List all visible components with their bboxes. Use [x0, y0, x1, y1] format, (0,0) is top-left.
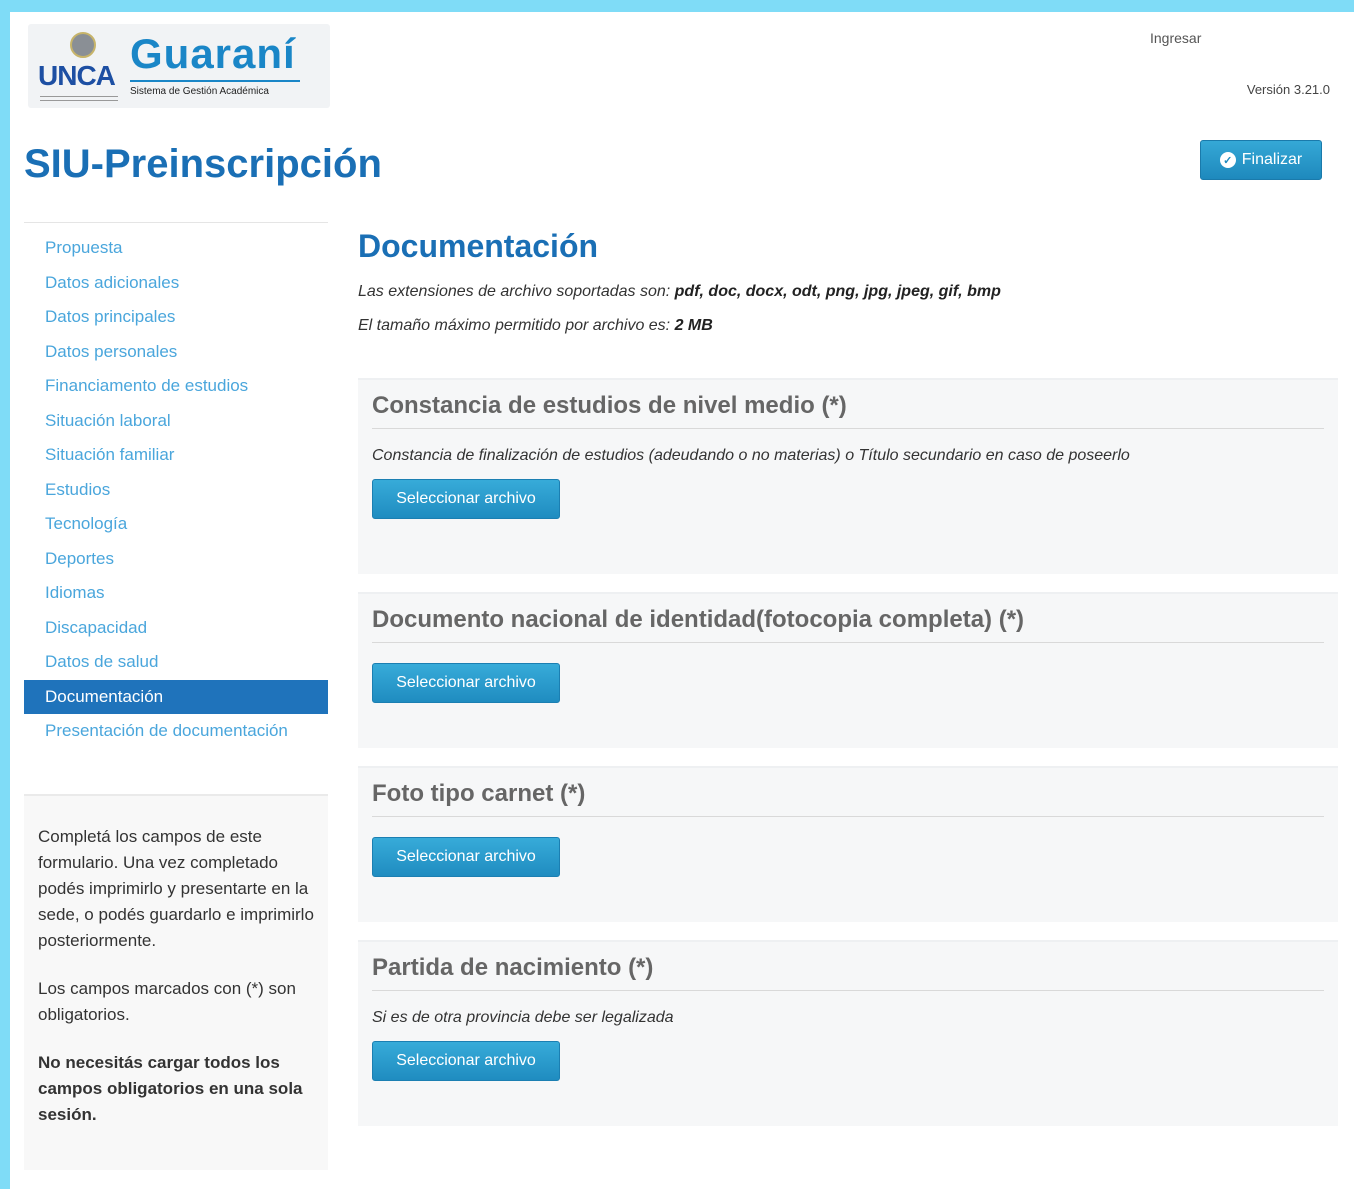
logo-underline [130, 80, 300, 82]
logo-tagline: Sistema de Gestión Académica [130, 86, 269, 97]
sidebar-item-financiamento[interactable]: Financiamento de estudios [24, 369, 328, 404]
doc-section-dni: Documento nacional de identidad(fotocopi… [358, 592, 1338, 748]
maxsize-value: 2 MB [674, 317, 713, 334]
sidebar-item-deportes[interactable]: Deportes [24, 542, 328, 577]
doc-title: Constancia de estudios de nivel medio (*… [372, 392, 1324, 429]
doc-description: Constancia de finalización de estudios (… [372, 447, 1130, 464]
finalize-label: Finalizar [1241, 151, 1303, 168]
sidebar-item-idiomas[interactable]: Idiomas [24, 576, 328, 611]
page-frame: UNCA Guaraní Sistema de Gestión Académic… [10, 12, 1354, 1189]
finalize-button[interactable]: ✓ Finalizar [1200, 140, 1322, 180]
logo-guarani-text: Guaraní [130, 30, 296, 77]
sidebar-item-datos-adicionales[interactable]: Datos adicionales [24, 266, 328, 301]
help-text-instructions: Completá los campos de este formulario. … [38, 827, 314, 950]
maxsize-info: El tamaño máximo permitido por archivo e… [358, 317, 1338, 335]
sidebar-item-datos-principales[interactable]: Datos principales [24, 300, 328, 335]
doc-title: Partida de nacimiento (*) [372, 954, 1324, 991]
unca-guarani-logo[interactable]: UNCA Guaraní Sistema de Gestión Académic… [28, 24, 330, 108]
sidebar-item-estudios[interactable]: Estudios [24, 473, 328, 508]
doc-title: Documento nacional de identidad(fotocopi… [372, 606, 1324, 643]
doc-description: Si es de otra provincia debe ser legaliz… [372, 1009, 674, 1026]
unca-emblem-icon [70, 32, 96, 58]
version-label: Versión 3.21.0 [1246, 82, 1330, 97]
logo-unca-subline [40, 96, 118, 101]
select-file-button[interactable]: Seleccionar archivo [372, 479, 560, 519]
sidebar-divider [24, 222, 328, 223]
help-text-sessions: No necesitás cargar todos los campos obl… [38, 1053, 303, 1124]
extensions-info: Las extensiones de archivo soportadas so… [358, 283, 1338, 301]
doc-section-partida: Partida de nacimiento (*) Si es de otra … [358, 940, 1338, 1126]
login-link[interactable]: Ingresar [1150, 30, 1201, 46]
sidebar-item-datos-salud[interactable]: Datos de salud [24, 645, 328, 680]
sidebar-item-situacion-familiar[interactable]: Situación familiar [24, 438, 328, 473]
help-panel: Completá los campos de este formulario. … [24, 794, 328, 1170]
sidebar-item-datos-personales[interactable]: Datos personales [24, 335, 328, 370]
check-circle-icon: ✓ [1219, 152, 1236, 168]
help-text-required: Los campos marcados con (*) son obligato… [38, 979, 296, 1024]
app-title: SIU-Preinscripción [24, 142, 382, 186]
sidebar-item-propuesta[interactable]: Propuesta [24, 231, 328, 266]
extensions-label: Las extensiones de archivo soportadas so… [358, 283, 671, 300]
select-file-button[interactable]: Seleccionar archivo [372, 837, 560, 877]
doc-section-constancia: Constancia de estudios de nivel medio (*… [358, 378, 1338, 574]
sidebar-nav: Propuesta Datos adicionales Datos princi… [24, 222, 328, 749]
sidebar-item-tecnologia[interactable]: Tecnología [24, 507, 328, 542]
sidebar-item-presentacion[interactable]: Presentación de documentación [24, 714, 328, 749]
sidebar-item-discapacidad[interactable]: Discapacidad [24, 611, 328, 646]
select-file-button[interactable]: Seleccionar archivo [372, 663, 560, 703]
doc-title: Foto tipo carnet (*) [372, 780, 1324, 817]
sidebar-item-documentacion[interactable]: Documentación [24, 679, 328, 714]
main-content: Documentación Las extensiones de archivo… [358, 228, 1338, 1126]
doc-section-foto: Foto tipo carnet (*) Seleccionar archivo [358, 766, 1338, 922]
extensions-value: pdf, doc, docx, odt, png, jpg, jpeg, gif… [674, 283, 1001, 300]
sidebar-item-situacion-laboral[interactable]: Situación laboral [24, 404, 328, 439]
maxsize-label: El tamaño máximo permitido por archivo e… [358, 317, 671, 334]
logo-unca-text: UNCA [38, 60, 116, 91]
section-title: Documentación [358, 228, 599, 264]
select-file-button[interactable]: Seleccionar archivo [372, 1041, 560, 1081]
